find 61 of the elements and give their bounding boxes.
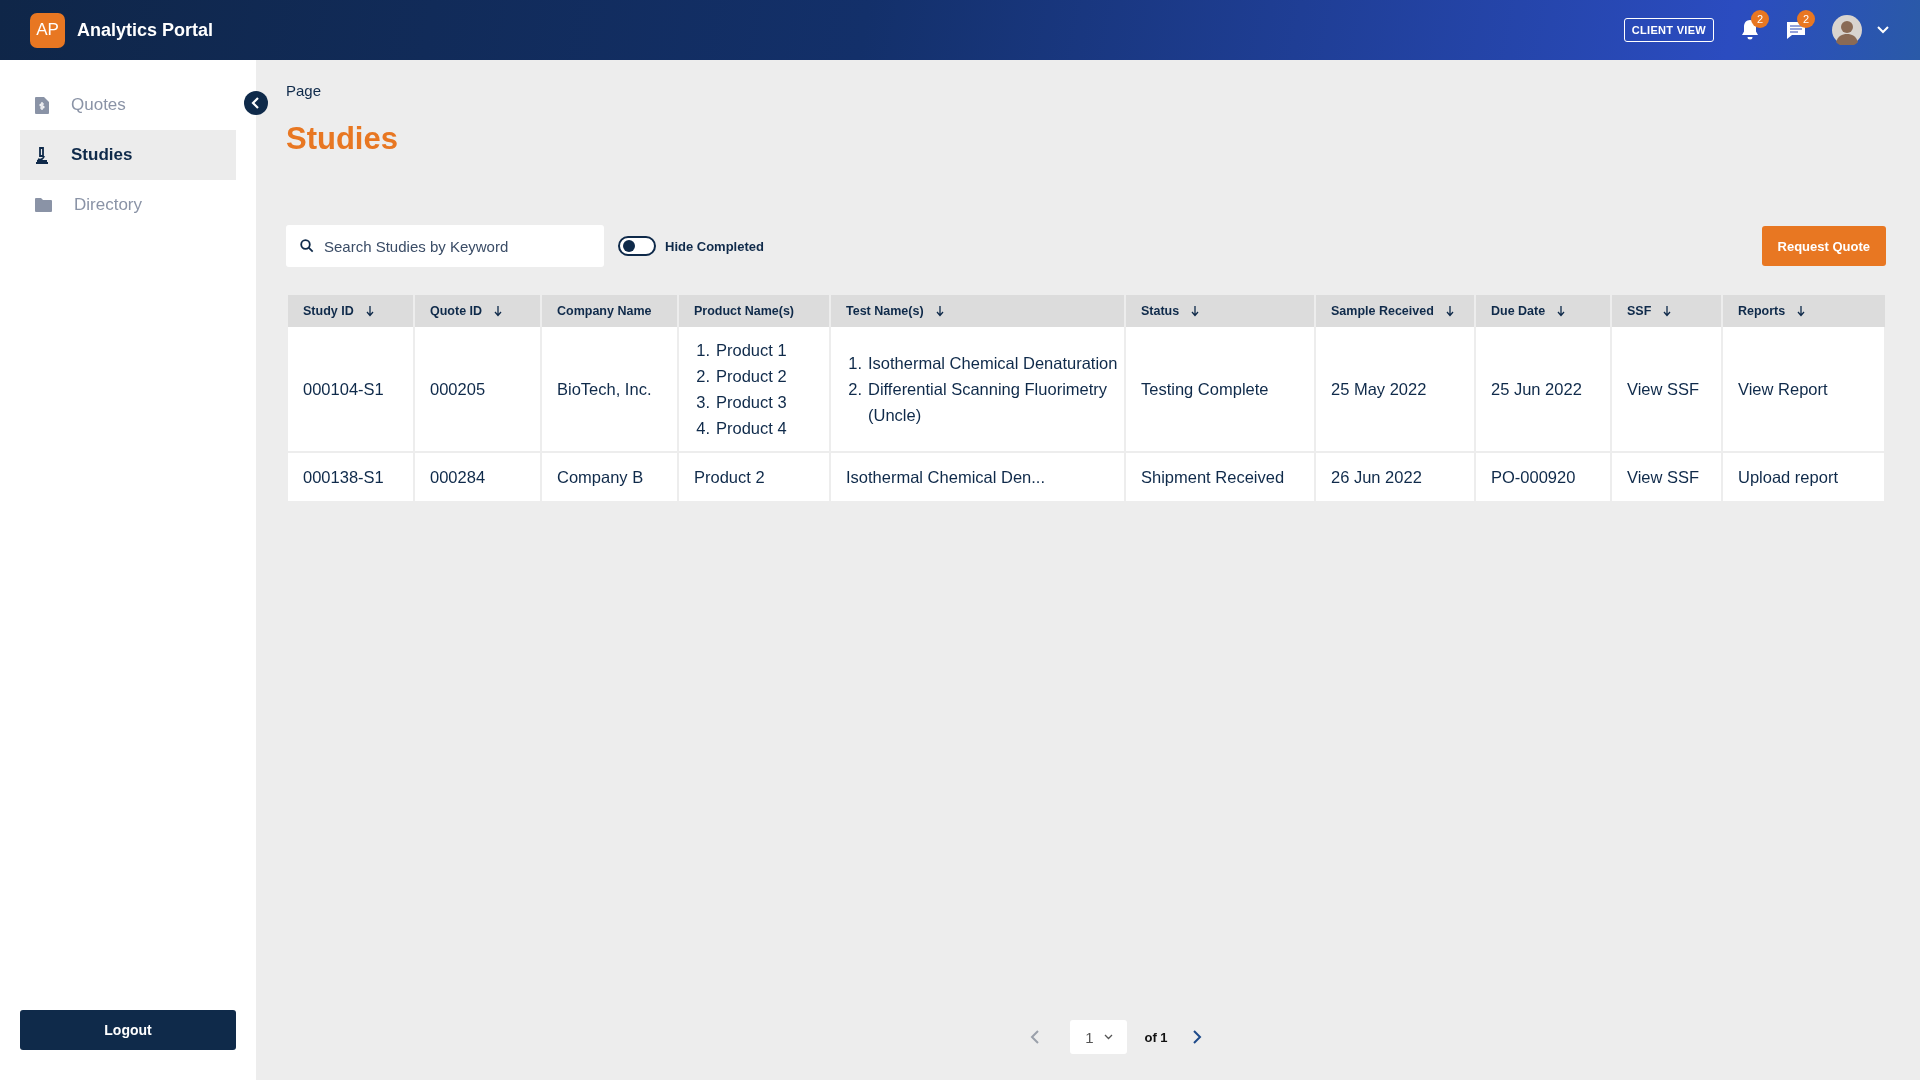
table-cell: 1. Product 1 2. Product 2 3. Product 3 4. Product 4 — [678, 327, 830, 452]
sort-arrow-icon[interactable] — [1557, 305, 1566, 317]
chevron-down-icon — [1103, 1034, 1113, 1040]
table-cell: PO-000920 — [1475, 452, 1611, 502]
sort-arrow-icon[interactable] — [1191, 305, 1200, 317]
table-cell: 000104-S1 — [287, 327, 414, 452]
folder-icon — [35, 198, 52, 212]
table-cell: Product 2 — [678, 452, 830, 502]
breadcrumb[interactable]: Page — [286, 82, 1886, 99]
column-header[interactable]: Due Date — [1475, 295, 1611, 327]
column-header[interactable]: Test Name(s) — [830, 295, 1125, 327]
sort-arrow-icon[interactable] — [494, 305, 503, 317]
page-count: of 1 — [1144, 1029, 1168, 1045]
toggle-label: Hide Completed — [665, 238, 764, 254]
page-title: Studies — [286, 121, 399, 157]
table-cell: 000205 — [414, 327, 541, 452]
table-cell: BioTech, Inc. — [541, 327, 678, 452]
chevron-down-icon[interactable] — [1876, 25, 1890, 35]
logout-button[interactable]: Logout — [20, 1010, 236, 1050]
search-field[interactable]: Search Studies by Keyword — [286, 225, 604, 267]
client-view-button[interactable]: CLIENT VIEW — [1623, 18, 1714, 42]
table-cell: View Report — [1722, 327, 1885, 452]
column-header[interactable]: Product Name(s) — [678, 295, 830, 327]
table-cell: Isothermal Chemical Den... — [830, 452, 1125, 502]
sort-arrow-icon[interactable] — [365, 305, 374, 317]
sort-arrow-icon[interactable] — [1445, 305, 1454, 317]
sort-arrow-icon[interactable] — [1797, 305, 1806, 317]
column-header[interactable]: Reports — [1722, 295, 1885, 327]
table-cell: 25 May 2022 — [1315, 327, 1475, 452]
collapse-sidebar-icon[interactable] — [244, 91, 268, 115]
page-select[interactable]: 1 — [1070, 1020, 1128, 1054]
column-header[interactable]: Status — [1125, 295, 1315, 327]
column-header[interactable]: Company Name — [541, 295, 678, 327]
sidebar-item[interactable]: Studies — [20, 130, 236, 180]
message-badge: 2 — [1797, 10, 1815, 28]
avatar[interactable] — [1832, 15, 1862, 45]
microscope-icon — [35, 146, 49, 164]
column-header[interactable]: Study ID — [287, 295, 414, 327]
table-cell: 25 Jun 2022 — [1475, 327, 1611, 452]
table-cell: Shipment Received — [1125, 452, 1315, 502]
table-cell: View SSF — [1611, 327, 1722, 452]
document-icon — [35, 96, 49, 114]
table-cell: 26 Jun 2022 — [1315, 452, 1475, 502]
table-cell: Company B — [541, 452, 678, 502]
table-cell: 1. Isothermal Chemical Denaturation 2. Differential Scanning Fluorimetry (Uncle) — [830, 327, 1125, 452]
table-cell: 000138-S1 — [287, 452, 414, 502]
app-title: Analytics Portal — [77, 19, 214, 41]
toggle-switch[interactable] — [618, 236, 656, 256]
sort-arrow-icon[interactable] — [935, 305, 944, 317]
table-cell: Upload report — [1722, 452, 1885, 502]
column-header[interactable]: Sample Received — [1315, 295, 1475, 327]
column-header[interactable]: SSF — [1611, 295, 1722, 327]
notification-badge: 2 — [1751, 10, 1769, 28]
table-cell: 000284 — [414, 452, 541, 502]
column-header[interactable]: Quote ID — [414, 295, 541, 327]
table-cell: View SSF — [1611, 452, 1722, 502]
next-page-icon[interactable] — [1191, 1029, 1202, 1045]
sort-arrow-icon[interactable] — [1663, 305, 1672, 317]
table-cell: Testing Complete — [1125, 327, 1315, 452]
app-logo: AP — [30, 12, 65, 48]
search-icon — [300, 239, 314, 253]
